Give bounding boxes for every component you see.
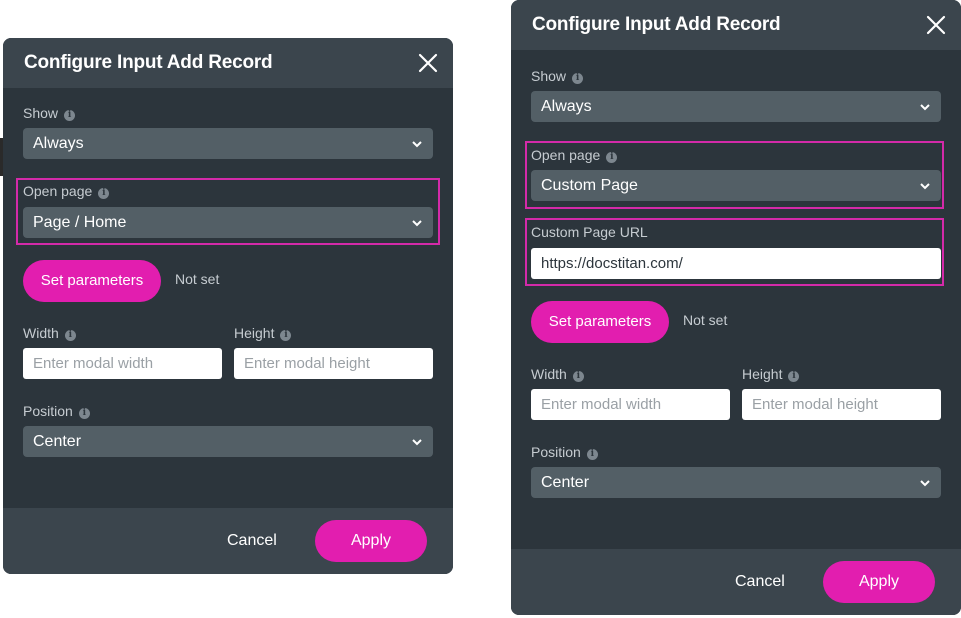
cancel-button[interactable]: Cancel	[735, 573, 785, 591]
position-label: Position i	[23, 403, 90, 419]
configure-dialog-right: Configure Input Add Record Show i Always …	[511, 0, 961, 615]
parameters-status: Not set	[175, 271, 220, 287]
height-input[interactable]	[234, 348, 433, 379]
open-page-label: Open page i	[23, 183, 110, 199]
chevron-down-icon	[412, 439, 422, 446]
width-label: Width i	[531, 366, 584, 382]
height-label-text: Height	[234, 325, 275, 341]
apply-button[interactable]: Apply	[823, 561, 935, 603]
chevron-down-icon	[412, 220, 422, 227]
position-select-value: Center	[541, 474, 590, 491]
open-page-select-value: Page / Home	[33, 214, 127, 231]
position-label-text: Position	[531, 444, 581, 460]
info-icon: i	[572, 73, 584, 84]
info-icon: i	[78, 408, 90, 419]
chevron-down-icon	[920, 183, 930, 190]
info-icon: i	[586, 449, 598, 460]
apply-button[interactable]: Apply	[315, 520, 427, 562]
info-icon: i	[64, 110, 76, 121]
info-icon: i	[572, 371, 584, 382]
close-icon[interactable]	[925, 14, 947, 36]
dialog-title: Configure Input Add Record	[24, 52, 273, 73]
dialog-header: Configure Input Add Record	[3, 38, 453, 88]
show-label-text: Show	[23, 105, 59, 121]
show-select-value: Always	[33, 135, 84, 152]
width-label-text: Width	[531, 366, 567, 382]
position-select-value: Center	[33, 433, 82, 450]
show-select[interactable]: Always	[23, 128, 433, 159]
chevron-down-icon	[920, 480, 930, 487]
custom-url-input[interactable]	[531, 248, 941, 279]
info-icon: i	[64, 330, 76, 341]
info-icon: i	[98, 188, 110, 199]
set-parameters-button[interactable]: Set parameters	[531, 301, 669, 343]
info-icon: i	[606, 152, 618, 163]
width-input[interactable]	[23, 348, 222, 379]
custom-url-label: Custom Page URL	[531, 224, 648, 240]
dialog-footer: Cancel Apply	[511, 549, 961, 615]
chevron-down-icon	[412, 141, 422, 148]
dialog-header: Configure Input Add Record	[511, 0, 961, 50]
open-page-label: Open page i	[531, 147, 618, 163]
height-input[interactable]	[742, 389, 941, 420]
dialog-footer: Cancel Apply	[3, 508, 453, 574]
show-label: Show i	[531, 68, 584, 84]
position-select[interactable]: Center	[23, 426, 433, 457]
height-label: Height i	[234, 325, 292, 341]
open-page-select-value: Custom Page	[541, 177, 638, 194]
set-parameters-button[interactable]: Set parameters	[23, 260, 161, 302]
open-page-label-text: Open page	[23, 183, 93, 199]
height-label: Height i	[742, 366, 800, 382]
configure-dialog-left: Configure Input Add Record Show i Always …	[3, 38, 453, 574]
show-label: Show i	[23, 105, 76, 121]
parameters-status: Not set	[683, 312, 728, 328]
width-input[interactable]	[531, 389, 730, 420]
width-label-text: Width	[23, 325, 59, 341]
height-label-text: Height	[742, 366, 783, 382]
width-label: Width i	[23, 325, 76, 341]
chevron-down-icon	[920, 104, 930, 111]
position-label: Position i	[531, 444, 598, 460]
info-icon: i	[280, 330, 292, 341]
position-label-text: Position	[23, 403, 73, 419]
show-select-value: Always	[541, 98, 592, 115]
close-icon[interactable]	[417, 52, 439, 74]
open-page-select[interactable]: Custom Page	[531, 170, 941, 201]
show-label-text: Show	[531, 68, 567, 84]
info-icon: i	[788, 371, 800, 382]
cancel-button[interactable]: Cancel	[227, 532, 277, 550]
open-page-select[interactable]: Page / Home	[23, 207, 433, 238]
position-select[interactable]: Center	[531, 467, 941, 498]
dialog-title: Configure Input Add Record	[532, 14, 781, 35]
open-page-label-text: Open page	[531, 147, 601, 163]
show-select[interactable]: Always	[531, 91, 941, 122]
